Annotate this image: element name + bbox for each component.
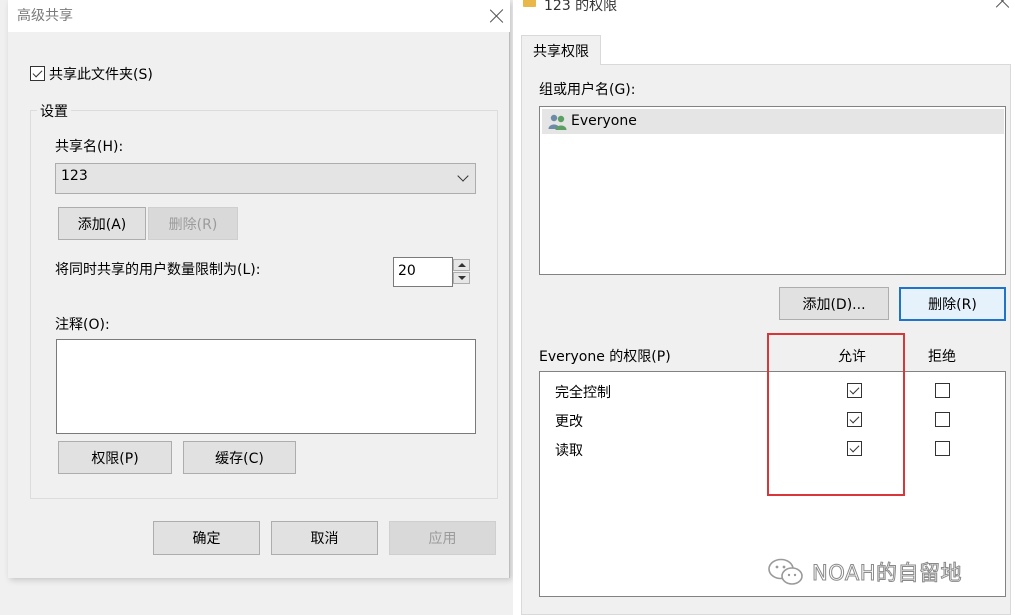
wechat-icon <box>768 558 803 585</box>
title-bar: 高级共享 <box>8 0 510 32</box>
users-listbox[interactable]: Everyone <box>539 106 1006 275</box>
permission-name: 完全控制 <box>555 385 611 401</box>
user-limit-input[interactable]: 20 <box>393 257 453 287</box>
dialog-title: 123 的权限 <box>544 0 618 14</box>
allow-column-highlight <box>767 333 905 496</box>
user-limit-increment[interactable] <box>453 259 470 271</box>
close-icon[interactable] <box>488 7 506 25</box>
apply-button[interactable]: 应用 <box>389 521 496 555</box>
permissions-for-label: Everyone 的权限(P) <box>539 349 671 365</box>
user-limit-value: 20 <box>398 263 416 279</box>
permission-name: 读取 <box>555 443 583 459</box>
share-name-value: 123 <box>61 168 88 184</box>
close-icon[interactable] <box>994 0 1012 10</box>
folder-icon <box>523 0 536 7</box>
arrow-down-icon <box>458 276 466 280</box>
user-limit-label: 将同时共享的用户数量限制为(L): <box>55 262 261 278</box>
permissions-button[interactable]: 权限(P) <box>58 441 172 474</box>
tab-panel: 组或用户名(G): Everyone 添加(D)... 删除(R) Everyo… <box>521 64 1011 615</box>
share-name-label: 共享名(H): <box>55 139 124 155</box>
list-item[interactable]: Everyone <box>542 109 1004 134</box>
remove-share-button[interactable]: 删除(R) <box>148 207 238 240</box>
share-permissions-dialog: 123 的权限 组或用户名(G): Everyone 添加(D)... 删除(R… <box>513 0 1015 615</box>
arrow-up-icon <box>458 263 466 267</box>
share-name-dropdown[interactable]: 123 <box>55 163 476 194</box>
caching-button[interactable]: 缓存(C) <box>183 441 296 474</box>
user-limit-decrement[interactable] <box>453 272 470 284</box>
deny-header: 拒绝 <box>928 349 956 365</box>
remove-user-button[interactable]: 删除(R) <box>899 287 1006 321</box>
dialog-title: 高级共享 <box>17 8 73 24</box>
comment-textarea[interactable] <box>56 339 476 434</box>
ok-button[interactable]: 确定 <box>153 521 260 555</box>
title-bar: 123 的权限 <box>513 0 1015 14</box>
chevron-down-icon <box>457 170 469 182</box>
add-share-button[interactable]: 添加(A) <box>58 207 146 240</box>
tab-share-permissions[interactable]: 共享权限 <box>521 35 601 65</box>
permission-name: 更改 <box>555 414 583 430</box>
share-folder-label: 共享此文件夹(S) <box>49 67 153 83</box>
comment-label: 注释(O): <box>55 317 110 333</box>
deny-checkbox[interactable] <box>935 412 950 427</box>
add-user-button[interactable]: 添加(D)... <box>779 287 889 320</box>
watermark-text: NOAH的自留地 <box>811 561 963 586</box>
user-name: Everyone <box>571 113 637 129</box>
deny-checkbox[interactable] <box>935 383 950 398</box>
cancel-button[interactable]: 取消 <box>271 521 378 555</box>
group-users-label: 组或用户名(G): <box>539 82 636 98</box>
users-icon <box>548 114 567 130</box>
settings-group-label: 设置 <box>37 101 71 121</box>
advanced-sharing-dialog: 高级共享 共享此文件夹(S) 设置 共享名(H): 123 添加(A) 删除(R… <box>8 0 510 578</box>
deny-checkbox[interactable] <box>935 441 950 456</box>
share-folder-checkbox[interactable] <box>30 66 45 81</box>
